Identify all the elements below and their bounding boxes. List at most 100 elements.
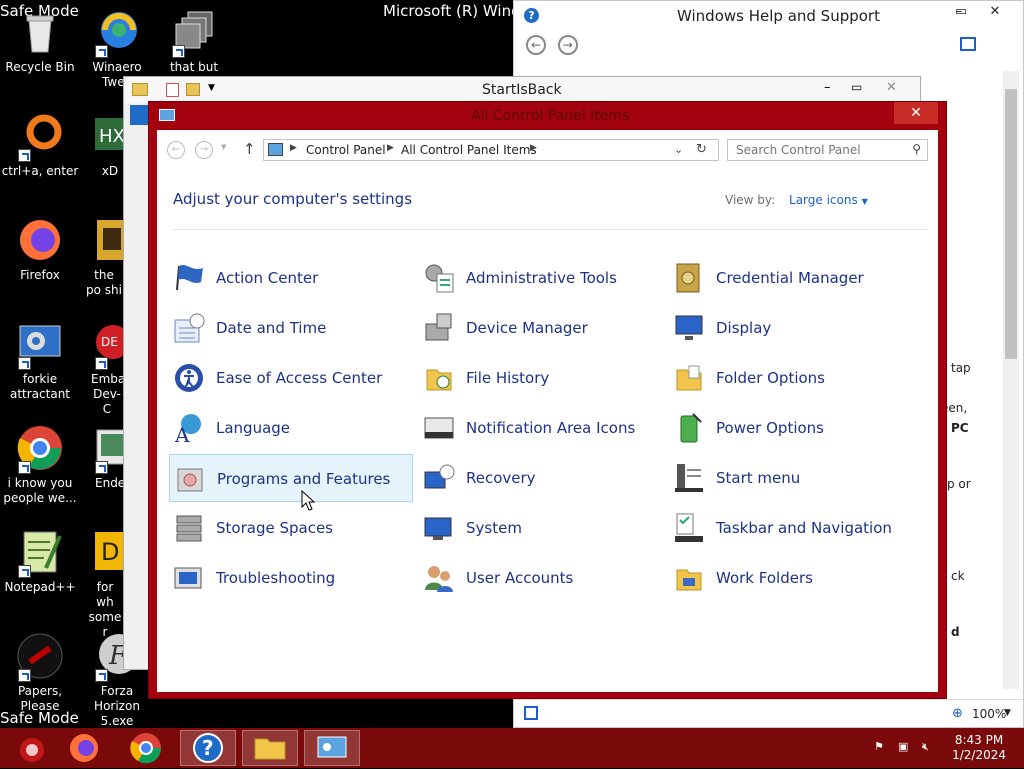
desktop-icon-forkie[interactable]: forkie attractant — [0, 320, 80, 402]
desktop-icon-i-know-you[interactable]: i know you people we... — [0, 424, 80, 506]
cp-item-programs-and-features[interactable]: Programs and Features — [169, 454, 413, 502]
desktop-icon-for-wh[interactable]: D for wh some r — [77, 528, 127, 640]
taskbar-help[interactable]: ? — [180, 730, 236, 766]
device-manager-icon — [423, 312, 455, 344]
zoom-icon[interactable]: ⊕ — [952, 706, 963, 721]
forward-arrow-icon[interactable]: → — [195, 141, 213, 159]
cp-window-title: All Control Panel Items — [471, 108, 630, 124]
start-button[interactable] — [0, 730, 56, 766]
quick-access-dropdown-icon[interactable]: ▼ — [208, 83, 215, 93]
firefox-icon — [70, 734, 98, 762]
cp-item-file-history[interactable]: File History — [419, 354, 663, 402]
breadcrumb-control-panel[interactable]: Control Panel — [306, 143, 386, 157]
taskbar-control-panel[interactable] — [304, 730, 360, 766]
volume-muted-icon[interactable]: 🔇︎ — [922, 740, 938, 756]
cp-item-work-folders[interactable]: Work Folders — [669, 554, 913, 602]
admin-tools-icon — [423, 262, 455, 294]
cp-item-action-center[interactable]: Action Center — [169, 254, 413, 302]
cp-close-button[interactable]: ✕ — [894, 102, 938, 124]
folder-icon — [132, 83, 148, 96]
address-bar[interactable]: ▶ Control Panel ▶ All Control Panel Item… — [263, 139, 719, 161]
back-arrow-icon[interactable]: ← — [167, 141, 185, 159]
address-dropdown-icon[interactable]: ⌄ — [674, 143, 683, 156]
taskbar-firefox[interactable] — [56, 730, 112, 766]
cp-item-user-accounts[interactable]: User Accounts — [419, 554, 663, 602]
help-scrollbar[interactable] — [1003, 71, 1019, 689]
help-restore-button[interactable]: ▭ — [946, 1, 976, 23]
cp-item-taskbar-and-navigation[interactable]: Taskbar and Navigation — [669, 504, 913, 552]
cp-item-administrative-tools[interactable]: Administrative Tools — [419, 254, 663, 302]
desktop-icon-xd[interactable]: HX xD — [77, 112, 127, 179]
control-panel-window[interactable]: All Control Panel Items ✕ ← → ▼ ↑ ▶ Cont… — [148, 101, 947, 699]
zoom-level[interactable]: 100% — [972, 707, 1006, 721]
sib-close-button[interactable]: ✕ — [886, 80, 897, 95]
network-icon[interactable]: ▣ — [898, 740, 914, 756]
desktop-icon-the-po[interactable]: the po shi — [77, 216, 127, 298]
troubleshoot-icon — [173, 562, 205, 594]
sib-minimize-button[interactable]: – — [824, 80, 831, 95]
breadcrumb-separator-icon[interactable]: ▶ — [290, 143, 297, 153]
desktop-icon-papers-please[interactable]: Papers, Please — [0, 632, 80, 714]
refresh-icon[interactable]: ↻ — [696, 142, 707, 157]
help-text-fragment: ck — [951, 569, 965, 583]
help-titlebar[interactable]: ? Windows Help and Support – ▭ ✕ — [514, 1, 1023, 31]
svg-text:DE: DE — [101, 335, 118, 349]
desktop-icon-notepadpp[interactable]: Notepad++ — [0, 528, 80, 595]
cp-item-display[interactable]: Display — [669, 304, 913, 352]
storage-icon — [173, 512, 205, 544]
recent-dropdown-icon[interactable]: ▼ — [221, 143, 226, 151]
cp-item-storage-spaces[interactable]: Storage Spaces — [169, 504, 413, 552]
breadcrumb-separator-icon[interactable]: ▶ — [530, 143, 537, 153]
taskbar-file-explorer[interactable] — [242, 730, 298, 766]
cp-item-troubleshooting[interactable]: Troubleshooting — [169, 554, 413, 602]
help-close-button[interactable]: ✕ — [980, 1, 1010, 23]
view-by-dropdown[interactable]: Large icons — [789, 193, 858, 207]
cp-item-credential-manager[interactable]: Credential Manager — [669, 254, 913, 302]
help-back-icon[interactable]: ← — [526, 35, 546, 55]
winaero-icon — [93, 8, 141, 58]
zoom-dropdown-icon[interactable]: ▼ — [1004, 708, 1011, 718]
startisback-title: StartIsBack — [482, 82, 562, 98]
sib-maximize-button[interactable]: ▭ — [851, 80, 862, 94]
desktop-icon-firefox[interactable]: Firefox — [0, 216, 80, 283]
cp-item-power-options[interactable]: Power Options — [669, 404, 913, 452]
view-by-chevron-icon[interactable]: ▼ — [862, 197, 868, 206]
breadcrumb-separator-icon[interactable]: ▶ — [387, 143, 394, 153]
taskbar-chrome[interactable] — [118, 730, 174, 766]
recovery-icon — [423, 462, 455, 494]
cp-item-recovery[interactable]: Recovery — [419, 454, 663, 502]
help-forward-icon[interactable]: → — [557, 35, 578, 55]
desktop-icon-enderman[interactable]: Enderm — [77, 424, 142, 491]
up-arrow-icon[interactable]: ↑ — [243, 140, 256, 158]
search-box[interactable]: ⚲ — [727, 139, 928, 161]
address-row: ← → ▼ ↑ ▶ Control Panel ▶ All Control Pa… — [157, 130, 938, 170]
svg-text:?: ? — [202, 736, 214, 760]
cp-item-date-and-time[interactable]: Date and Time — [169, 304, 413, 352]
media-file-icon — [93, 216, 127, 264]
help-status-icon — [524, 706, 538, 720]
cp-item-notification-area[interactable]: Notification Area Icons — [419, 404, 663, 452]
cp-item-language[interactable]: A Language — [169, 404, 413, 452]
desktop-icon-recycle-bin[interactable]: Recycle Bin — [0, 8, 80, 75]
print-icon[interactable] — [960, 37, 976, 51]
divider — [173, 229, 929, 230]
cp-item-device-manager[interactable]: Device Manager — [419, 304, 663, 352]
clock[interactable]: 8:43 PM 1/2/2024 — [952, 733, 1006, 763]
desktop-icon-embarcadero[interactable]: DE Embarc Dev-C — [77, 320, 137, 417]
cp-item-start-menu[interactable]: Start menu — [669, 454, 913, 502]
programs-icon — [174, 463, 206, 495]
view-by-label: View by: — [725, 193, 776, 207]
action-center-flag-icon[interactable]: ⚑ — [874, 740, 890, 756]
system-icon — [423, 512, 455, 544]
breadcrumb-all-items[interactable]: All Control Panel Items — [401, 143, 537, 157]
search-input[interactable] — [728, 140, 898, 160]
cp-titlebar[interactable]: All Control Panel Items ✕ — [149, 102, 946, 130]
desktop-icon-ctrl-a-enter[interactable]: ctrl+a, enter — [0, 112, 80, 179]
startisback-titlebar[interactable]: ▼ StartIsBack – ▭ ✕ — [124, 77, 920, 103]
chrome-icon — [16, 424, 64, 474]
search-icon[interactable]: ⚲ — [912, 142, 921, 156]
cp-item-folder-options[interactable]: Folder Options — [669, 354, 913, 402]
cp-item-ease-of-access[interactable]: Ease of Access Center — [169, 354, 413, 402]
battery-icon — [673, 412, 705, 444]
cp-item-system[interactable]: System — [419, 504, 663, 552]
